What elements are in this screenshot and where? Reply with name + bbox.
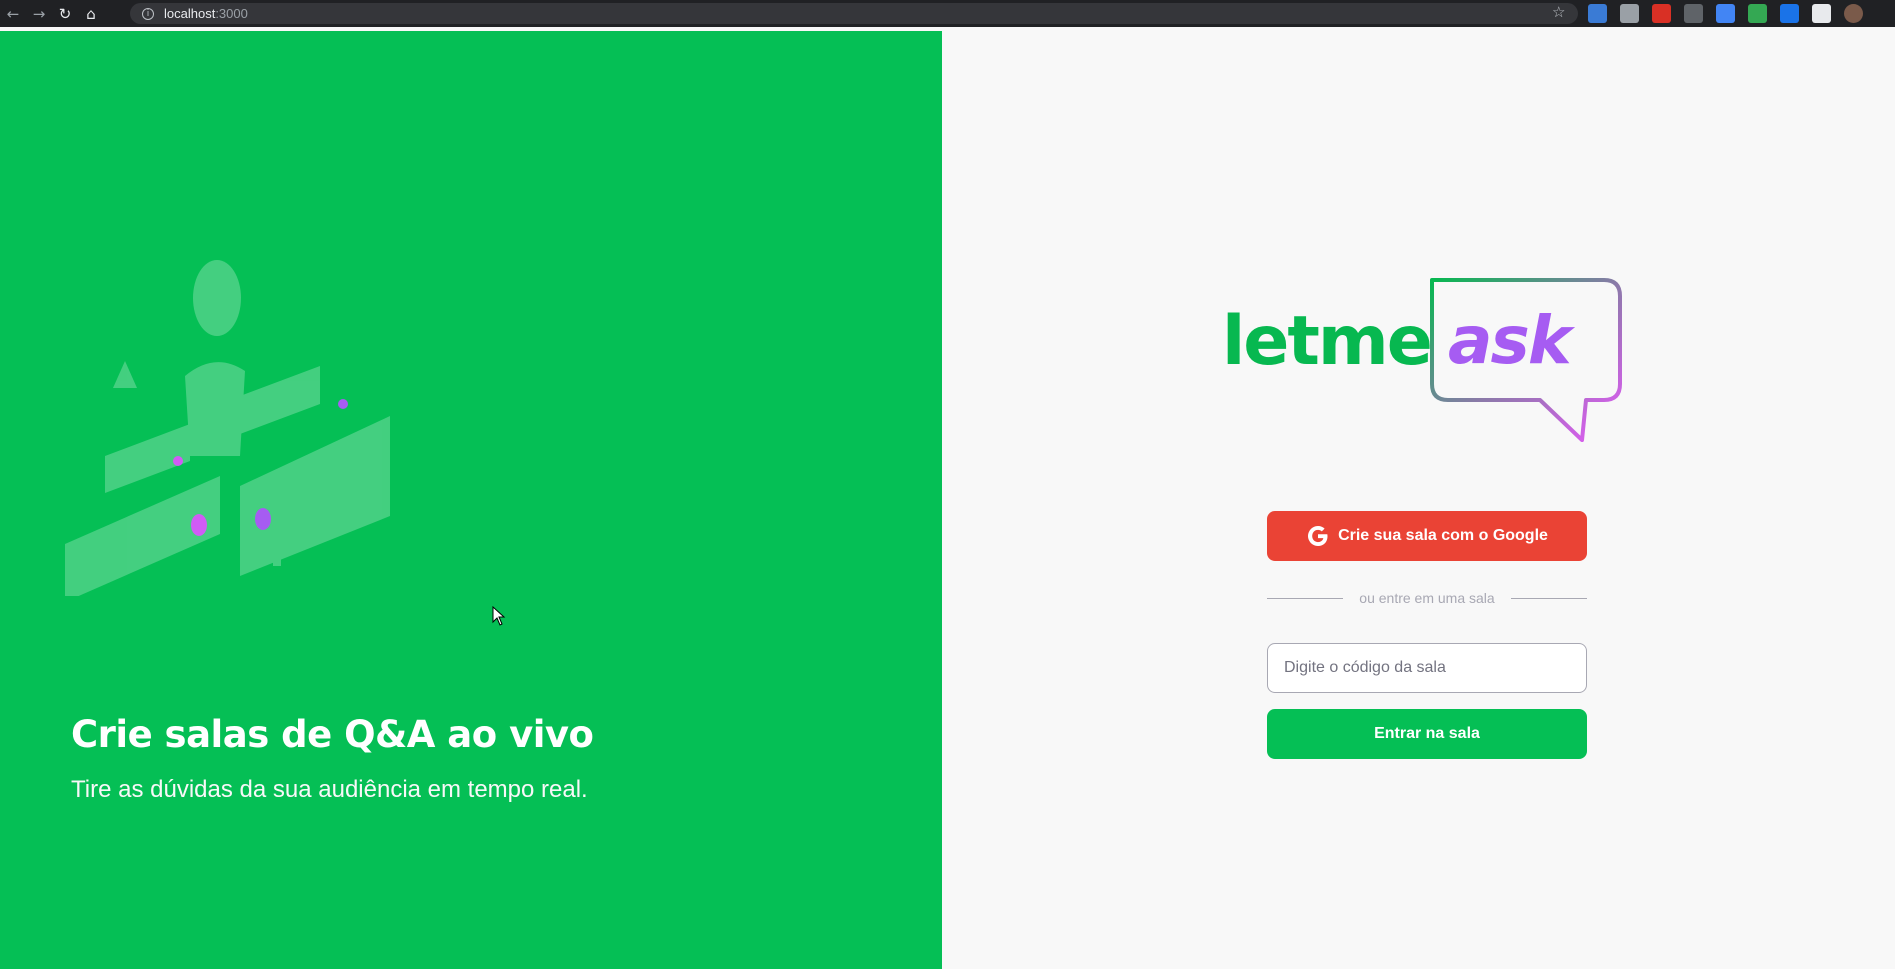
separator: ou entre em uma sala: [1267, 590, 1587, 606]
info-icon[interactable]: i: [142, 7, 154, 20]
extension-grey-icon[interactable]: [1684, 4, 1703, 23]
create-room-google-button[interactable]: Crie sua sala com o Google: [1267, 511, 1587, 561]
address-bar[interactable]: i localhost:3000: [130, 3, 1578, 24]
separator-line-left: [1267, 597, 1344, 599]
join-room-button[interactable]: Entrar na sala: [1267, 709, 1587, 759]
room-code-input[interactable]: [1267, 643, 1587, 693]
forward-icon[interactable]: →: [26, 0, 52, 27]
profile-avatar[interactable]: [1844, 4, 1863, 23]
url-port: :3000: [215, 6, 248, 21]
url-host: localhost: [164, 6, 216, 21]
google-button-label: Crie sua sala com o Google: [1338, 527, 1548, 544]
hero-title: Crie salas de Q&A ao vivo: [71, 713, 594, 756]
back-icon[interactable]: ←: [0, 0, 26, 27]
auth-panel: [942, 31, 1895, 969]
extensions-puzzle-icon[interactable]: [1812, 4, 1831, 23]
extensions-tray: [1588, 4, 1863, 23]
google-icon: [1308, 526, 1328, 546]
extension-red-icon[interactable]: [1652, 4, 1671, 23]
logo-text-letme: letme: [1222, 302, 1433, 381]
separator-text: ou entre em uma sala: [1359, 590, 1495, 606]
extension-green-icon[interactable]: [1748, 4, 1767, 23]
extension-hand-icon[interactable]: [1620, 4, 1639, 23]
extension-photos-icon[interactable]: [1716, 4, 1735, 23]
mouse-cursor-icon: [492, 606, 506, 626]
extension-blue-icon[interactable]: [1780, 4, 1799, 23]
home-icon[interactable]: ⌂: [78, 0, 104, 27]
hero-panel: Crie salas de Q&A ao vivo Tire as dúvida…: [0, 31, 942, 969]
reload-icon[interactable]: ↻: [52, 0, 78, 27]
separator-line-right: [1510, 597, 1587, 599]
extension-s-icon[interactable]: [1588, 4, 1607, 23]
star-icon[interactable]: ☆: [1552, 3, 1565, 21]
qa-illustration: [65, 260, 390, 596]
hero-subtitle: Tire as dúvidas da sua audiência em temp…: [71, 776, 588, 803]
logo-text-ask: ask: [1448, 302, 1572, 379]
browser-toolbar: ← → ↻ ⌂ i localhost:3000 ☆: [0, 0, 1895, 27]
